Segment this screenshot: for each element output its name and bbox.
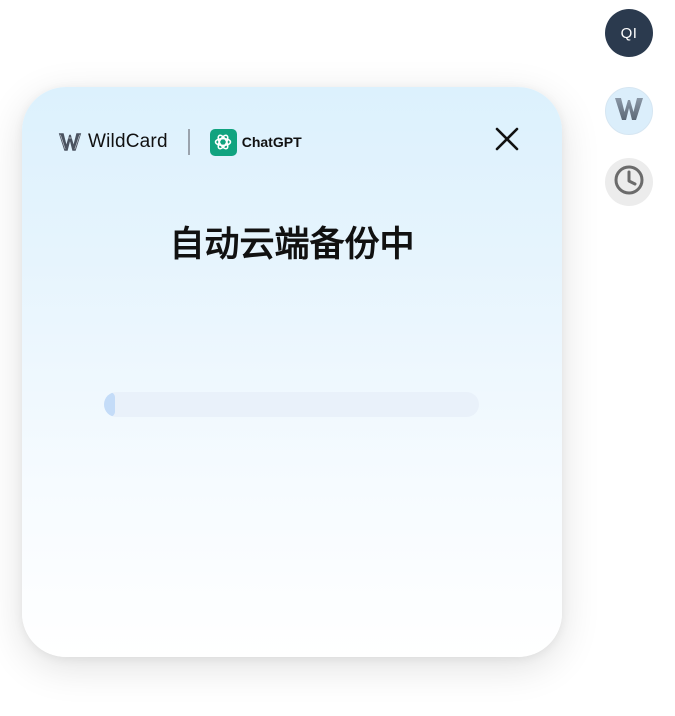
close-icon bbox=[495, 127, 519, 156]
backup-progress-bar bbox=[104, 392, 479, 417]
wildcard-logo-icon bbox=[58, 131, 82, 153]
chatgpt-logo-icon bbox=[209, 128, 237, 156]
header-divider bbox=[187, 129, 190, 155]
brand-name: WildCard bbox=[88, 131, 168, 152]
partner-name: ChatGPT bbox=[241, 134, 302, 150]
history-button[interactable] bbox=[605, 158, 653, 206]
progress-fill bbox=[104, 392, 116, 417]
wildcard-w-icon bbox=[614, 96, 644, 127]
close-button[interactable] bbox=[492, 126, 522, 156]
wildcard-button[interactable] bbox=[605, 87, 653, 135]
user-avatar[interactable]: QI bbox=[605, 9, 653, 57]
modal-header: WildCard ChatGPT bbox=[58, 127, 302, 157]
avatar-initials: QI bbox=[620, 24, 638, 42]
page: QI WildCard ChatGPT 自动云端备份中 bbox=[0, 0, 675, 716]
modal-title: 自动云端备份中 bbox=[169, 225, 415, 265]
clock-icon bbox=[613, 164, 645, 201]
backup-modal: WildCard ChatGPT 自动云端备份中 bbox=[22, 87, 562, 657]
